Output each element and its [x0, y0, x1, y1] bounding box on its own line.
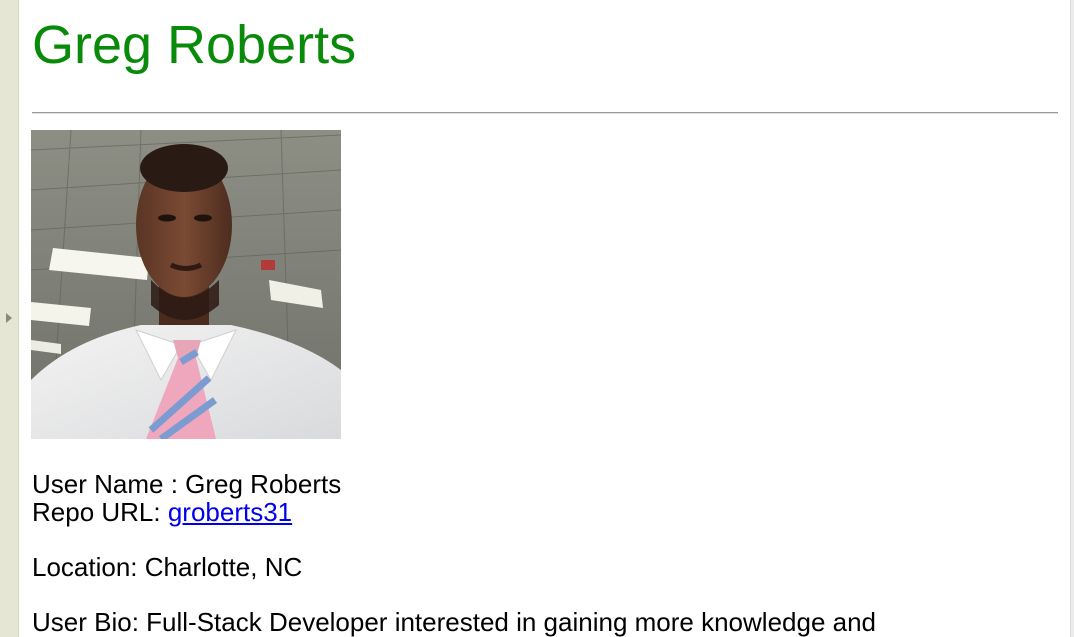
repo-url-row: Repo URL: groberts31 [32, 498, 876, 526]
right-scrollbar-edge [1070, 0, 1074, 637]
user-name-value: Greg Roberts [185, 469, 342, 499]
location-row: Location: Charlotte, NC [32, 553, 876, 581]
bio-value: Full-Stack Developer interested in gaini… [146, 607, 877, 637]
repo-url-label: Repo URL: [32, 497, 168, 527]
user-name-row: User Name : Greg Roberts [32, 470, 876, 498]
profile-photo [31, 130, 341, 439]
expand-arrow-icon[interactable] [6, 313, 12, 323]
profile-content: Greg Roberts User Name: Greg Roberts Re… [31, 0, 1059, 637]
bio-row: User Bio: Full-Stack Developer intereste… [32, 608, 876, 636]
profile-info: User Name : Greg Roberts Repo URL: grobe… [32, 470, 876, 636]
location-value: Charlotte, NC [144, 552, 303, 582]
location-label: Location: [32, 552, 145, 582]
left-sidebar-rail [0, 0, 19, 637]
bio-label: User Bio: [32, 607, 147, 637]
title-divider [32, 112, 1058, 114]
page-title: Greg Roberts [32, 15, 357, 75]
repo-url-link[interactable]: groberts31 [168, 497, 292, 527]
user-name-label: User Name : [32, 469, 186, 499]
